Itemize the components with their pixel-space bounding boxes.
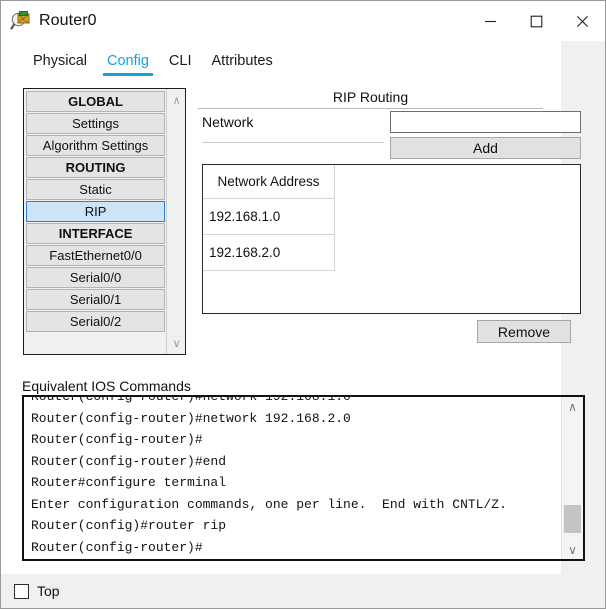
sidebar-item-settings[interactable]: Settings: [26, 113, 166, 134]
window-title: Router0: [39, 12, 97, 29]
tab-config[interactable]: Config: [97, 53, 159, 79]
sidebar-item-rip[interactable]: RIP: [26, 201, 166, 222]
sidebar-item-routing[interactable]: ROUTING: [26, 157, 166, 178]
scroll-down-icon[interactable]: ∨: [562, 541, 583, 558]
window-controls: [467, 1, 605, 41]
config-panel: GLOBAL Settings Algorithm Settings ROUTI…: [1, 79, 585, 574]
top-checkbox[interactable]: [14, 583, 29, 599]
tab-physical[interactable]: Physical: [23, 53, 97, 79]
network-address-table[interactable]: Network Address 192.168.1.0 192.168.2.0: [202, 164, 581, 314]
ios-commands-console[interactable]: Router(config-router)#network 192.168.1.…: [22, 395, 585, 561]
add-button[interactable]: Add: [390, 137, 581, 159]
network-input[interactable]: [390, 111, 581, 133]
scroll-up-icon[interactable]: ∧: [562, 398, 583, 415]
tab-cli[interactable]: CLI: [159, 53, 202, 79]
scrollbar-thumb[interactable]: [564, 505, 581, 533]
sidebar-item-serial0-0[interactable]: Serial0/0: [26, 267, 166, 288]
router-config-window: Router0 Physical Config CLI Attributes G…: [0, 0, 606, 609]
config-tree: GLOBAL Settings Algorithm Settings ROUTI…: [23, 88, 186, 355]
sidebar-item-static[interactable]: Static: [26, 179, 166, 200]
inspect-magnifier-icon: [10, 10, 32, 32]
sidebar-item-fastethernet0-0[interactable]: FastEthernet0/0: [26, 245, 166, 266]
ios-console-scrollbar[interactable]: ∧ ∨: [561, 397, 583, 559]
top-checkbox-label: Top: [37, 583, 60, 599]
rip-routing-title: RIP Routing: [332, 89, 409, 105]
sidebar-item-algorithm-settings[interactable]: Algorithm Settings: [26, 135, 166, 156]
table-row[interactable]: 192.168.1.0: [203, 199, 335, 235]
minimize-button[interactable]: [467, 1, 513, 41]
network-address-column: Network Address 192.168.1.0 192.168.2.0: [203, 165, 335, 271]
sidebar-item-interface[interactable]: INTERFACE: [26, 223, 166, 244]
network-label: Network: [202, 114, 254, 130]
sidebar-item-global[interactable]: GLOBAL: [26, 91, 166, 112]
scroll-up-icon[interactable]: ∧: [167, 91, 186, 109]
tab-bar: Physical Config CLI Attributes: [1, 41, 561, 79]
sidebar-item-serial0-1[interactable]: Serial0/1: [26, 289, 166, 310]
scroll-down-icon[interactable]: ∨: [167, 334, 186, 352]
ios-commands-label: Equivalent IOS Commands: [22, 378, 191, 394]
sidebar-item-serial0-2[interactable]: Serial0/2: [26, 311, 166, 332]
bottom-bar: Top: [1, 574, 605, 608]
sidebar-scrollbar[interactable]: ∧ ∨: [166, 89, 185, 354]
table-header-network-address: Network Address: [203, 165, 335, 199]
remove-button[interactable]: Remove: [477, 320, 571, 343]
rip-routing-group: RIP Routing Network Add Network Address …: [198, 89, 581, 354]
tab-attributes[interactable]: Attributes: [202, 53, 283, 79]
ios-commands-text: Router(config-router)#network 192.168.1.…: [31, 395, 507, 555]
network-label-underline: [202, 142, 384, 143]
table-row[interactable]: 192.168.2.0: [203, 235, 335, 271]
config-tree-items: GLOBAL Settings Algorithm Settings ROUTI…: [24, 89, 166, 354]
maximize-button[interactable]: [513, 1, 559, 41]
title-bar: Router0: [1, 1, 605, 41]
group-separator: [198, 108, 543, 109]
close-button[interactable]: [559, 1, 605, 41]
